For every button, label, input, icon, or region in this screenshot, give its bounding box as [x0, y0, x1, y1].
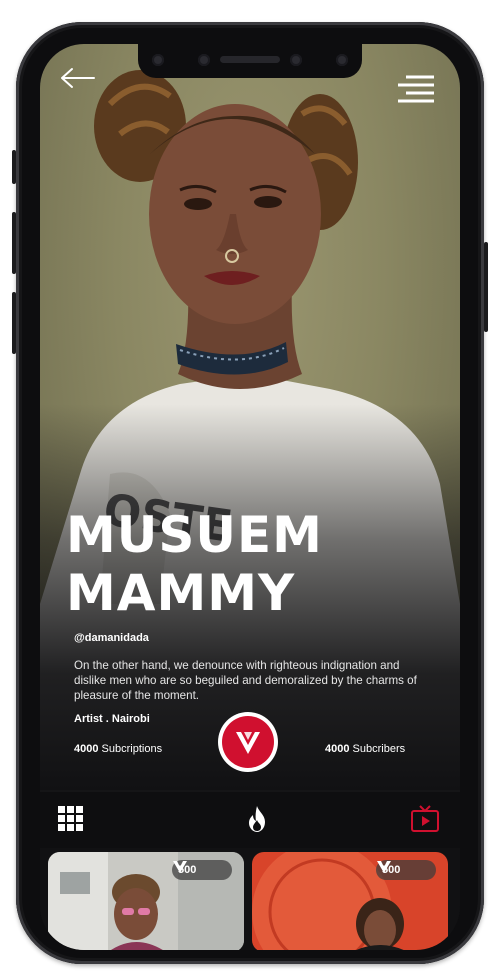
views-badge: 500: [376, 860, 436, 880]
subscriptions-stat[interactable]: 4000 Subcriptions: [74, 743, 162, 755]
tab-videos[interactable]: [410, 804, 440, 834]
tv-play-icon: [411, 805, 439, 832]
subscribers-stat[interactable]: 4000 Subcribers: [325, 743, 405, 755]
tab-trending[interactable]: [242, 804, 272, 834]
brand-badge: [222, 716, 274, 768]
volume-down-button: [12, 292, 16, 354]
profile-title-line2: MAMMY: [66, 564, 296, 622]
content-grid: 500 500: [40, 848, 460, 950]
sensor-dot: [198, 54, 210, 66]
subscriptions-label: Subcriptions: [101, 743, 163, 755]
mute-switch: [12, 150, 16, 184]
subscriptions-count: 4000: [74, 743, 99, 755]
v-logo-icon: [377, 861, 391, 873]
tab-bar: [40, 792, 460, 848]
profile-bio: On the other hand, we denounce with righ…: [74, 659, 417, 702]
phone-notch: [138, 44, 362, 78]
views-badge: 500: [172, 860, 232, 880]
profile-title: MUSUEM MAMMY: [66, 506, 446, 622]
arrow-left-icon: [61, 68, 95, 88]
hamburger-menu-icon: [398, 75, 434, 103]
volume-up-button: [12, 212, 16, 274]
content-thumbnail[interactable]: 500: [48, 852, 244, 950]
app-screen: OSTE MUSUEM MAMMY @damanidada On the oth…: [40, 44, 460, 950]
subscribers-label: Subcribers: [352, 743, 406, 755]
earpiece-speaker: [220, 56, 280, 63]
profile-handle[interactable]: @damanidada: [74, 632, 149, 644]
content-thumbnail[interactable]: 500: [252, 852, 448, 950]
v-logo-icon: [236, 732, 260, 754]
subscribers-count: 4000: [325, 743, 350, 755]
power-button: [484, 242, 488, 332]
sensor-dot: [336, 54, 348, 66]
flame-icon: [249, 806, 265, 832]
v-logo-icon: [173, 861, 187, 873]
grid-icon: [58, 806, 83, 831]
subscribe-button[interactable]: [218, 712, 278, 772]
sensor-dot: [152, 54, 164, 66]
profile-title-line1: MUSUEM: [66, 506, 323, 564]
front-camera: [290, 54, 302, 66]
menu-button[interactable]: [396, 74, 436, 104]
tab-grid[interactable]: [56, 804, 86, 834]
back-button[interactable]: [60, 66, 96, 90]
profile-role-location: Artist . Nairobi: [74, 713, 150, 725]
